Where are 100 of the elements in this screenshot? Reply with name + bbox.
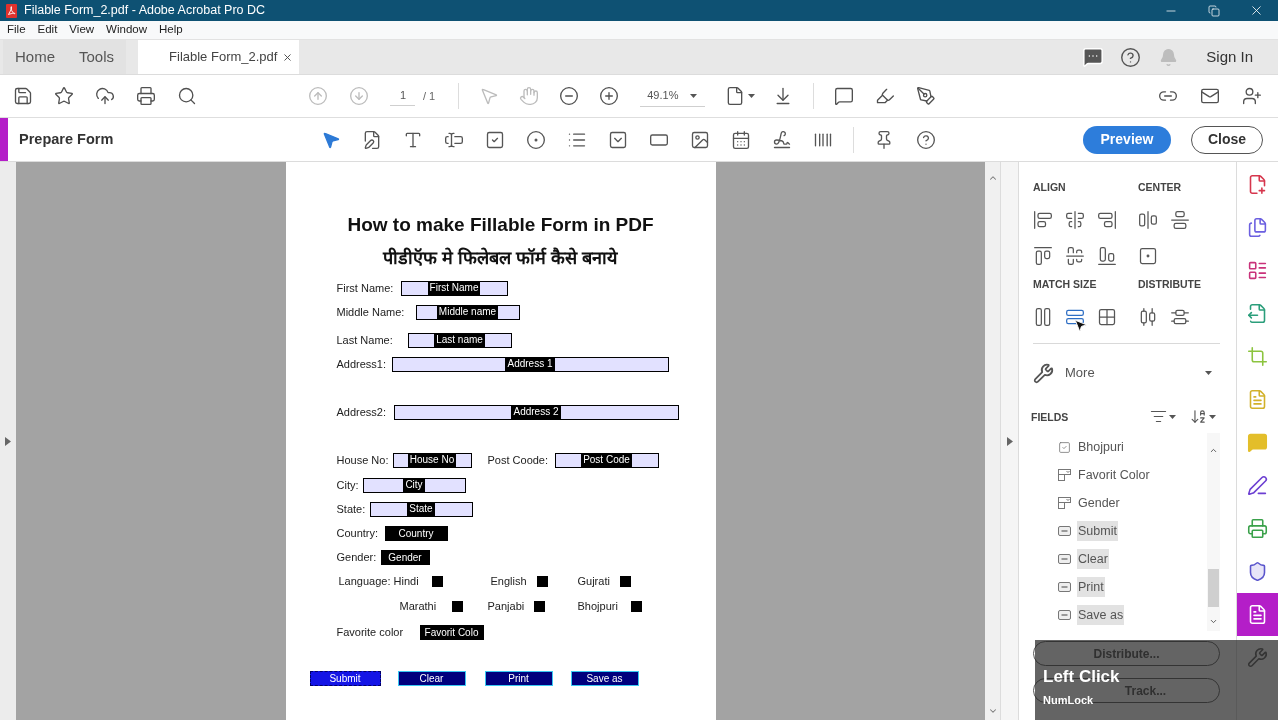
help-icon[interactable] [1120,46,1142,68]
pen-icon[interactable] [1247,475,1268,496]
close-tab-icon[interactable] [282,51,294,63]
tab[interactable]: Tools [67,40,127,74]
text-field[interactable]: House No [392,453,472,468]
checkbox-field[interactable] [431,576,443,587]
text-field[interactable]: First Name [400,281,508,296]
mail-icon[interactable] [1200,86,1220,106]
match-height-icon[interactable] [1065,307,1085,327]
form-button[interactable]: Print [484,671,553,686]
dropdown-icon[interactable] [608,129,628,150]
expand-arrow-icon[interactable] [5,436,11,446]
file-plus-icon[interactable] [1247,174,1268,195]
menu-item[interactable]: Window [106,24,147,36]
page-number-field[interactable]: 1 [390,86,415,106]
files-icon[interactable] [1247,217,1268,238]
field-list-item[interactable]: Submit [1077,521,1118,541]
align-middle-icon[interactable] [1065,246,1085,266]
restore-icon[interactable] [1207,4,1220,17]
caret-icon[interactable] [748,94,756,98]
help-icon[interactable] [916,129,936,150]
comment-icon[interactable] [834,86,855,106]
form-button[interactable]: Clear [397,671,466,686]
grid-icon[interactable] [1097,307,1117,327]
checkbox-field[interactable] [536,576,548,587]
field-list-item[interactable]: Save as [1077,605,1125,625]
field-list-item[interactable]: Clear [1077,549,1109,569]
field-list-item[interactable]: Favorit Color [1077,465,1151,485]
add-user-icon[interactable] [1242,86,1262,106]
text-field[interactable]: Address 2 [393,405,679,420]
pen-nib-icon[interactable] [916,86,937,106]
signature-icon[interactable] [772,129,792,150]
sign-in-button[interactable]: Sign In [1206,45,1253,69]
page-layout-icon[interactable] [1247,260,1268,281]
checkbox-field[interactable] [630,601,642,612]
field-list-item[interactable]: Bhojpuri [1077,437,1125,457]
close-icon[interactable] [1249,3,1264,18]
image-icon[interactable] [690,129,710,150]
vertical-scrollbar[interactable] [985,162,1000,720]
checkbox-field[interactable] [533,601,545,612]
chat-icon[interactable] [1082,46,1105,68]
menu-item[interactable]: Edit [37,24,58,36]
close-button[interactable]: Close [1191,125,1263,154]
text-field[interactable]: Middle name [415,305,520,320]
align-top-icon[interactable] [1033,246,1053,266]
sort-lines-icon[interactable] [1150,408,1167,425]
field-list-item[interactable]: Print [1077,577,1105,597]
text-field[interactable]: Address 1 [391,357,669,372]
caret-icon[interactable] [1169,414,1176,419]
scroll-down-icon[interactable] [1209,617,1218,626]
distribute-horizontal-icon[interactable] [1138,307,1158,327]
align-right-icon[interactable] [1097,210,1117,230]
checkbox-icon[interactable] [485,129,505,150]
dropdown-field[interactable]: Favorit Colo [419,625,484,640]
scroll-up-icon[interactable] [1209,446,1218,455]
checkbox-field[interactable] [451,601,463,612]
search-icon[interactable] [177,86,197,106]
cloud-upload-icon[interactable] [95,86,115,106]
file-export-icon[interactable] [1247,303,1268,324]
text-field[interactable]: City [362,478,466,493]
menu-item[interactable]: File [7,24,26,36]
caret-icon[interactable] [1205,371,1212,375]
field-list-item[interactable]: Gender [1077,493,1121,513]
star-icon[interactable] [54,86,74,106]
zoom-in-icon[interactable] [599,86,620,106]
align-left-icon[interactable] [1033,210,1053,230]
sort-alphabetical-icon[interactable] [1190,408,1207,425]
form-button[interactable]: Save as [570,671,639,686]
scroll-up-icon[interactable] [987,173,998,183]
text-field[interactable]: Post Code [554,453,659,468]
tab[interactable]: Filable Form_2.pdf [138,40,300,74]
radio-button-icon[interactable] [526,129,546,150]
text-field[interactable]: State [369,502,473,517]
scroll-down-icon[interactable] [987,706,998,716]
expand-arrow-icon[interactable] [1006,436,1013,446]
list-scrollbar[interactable] [1207,433,1220,631]
save-icon[interactable] [13,86,33,106]
print-icon[interactable] [136,86,156,106]
tab[interactable]: Home [3,40,67,74]
center-vertical-icon[interactable] [1170,210,1190,230]
dropdown-field[interactable]: Country [384,526,448,541]
dropdown-field[interactable]: Gender [380,550,430,565]
edit-document-icon[interactable] [362,129,382,150]
text-field[interactable]: Last name [407,333,512,348]
distribute-vertical-icon[interactable] [1170,307,1190,327]
calendar-icon[interactable] [731,129,751,150]
wrench-icon[interactable] [1033,362,1054,384]
align-bottom-icon[interactable] [1097,246,1117,266]
caret-icon[interactable] [1209,414,1216,419]
zoom-field[interactable]: 49.1% [640,85,706,107]
menu-item[interactable]: Help [159,24,183,36]
zoom-out-icon[interactable] [559,86,580,106]
more-tools-button[interactable]: More [1033,361,1222,385]
match-width-icon[interactable] [1033,307,1053,327]
caret-icon[interactable] [690,93,698,98]
checkbox-field[interactable] [619,576,631,587]
form-document-icon[interactable] [1247,604,1268,625]
scrollbar-thumb[interactable] [1208,569,1219,607]
shield-icon[interactable] [1247,561,1268,582]
printer-icon[interactable] [1247,518,1268,539]
